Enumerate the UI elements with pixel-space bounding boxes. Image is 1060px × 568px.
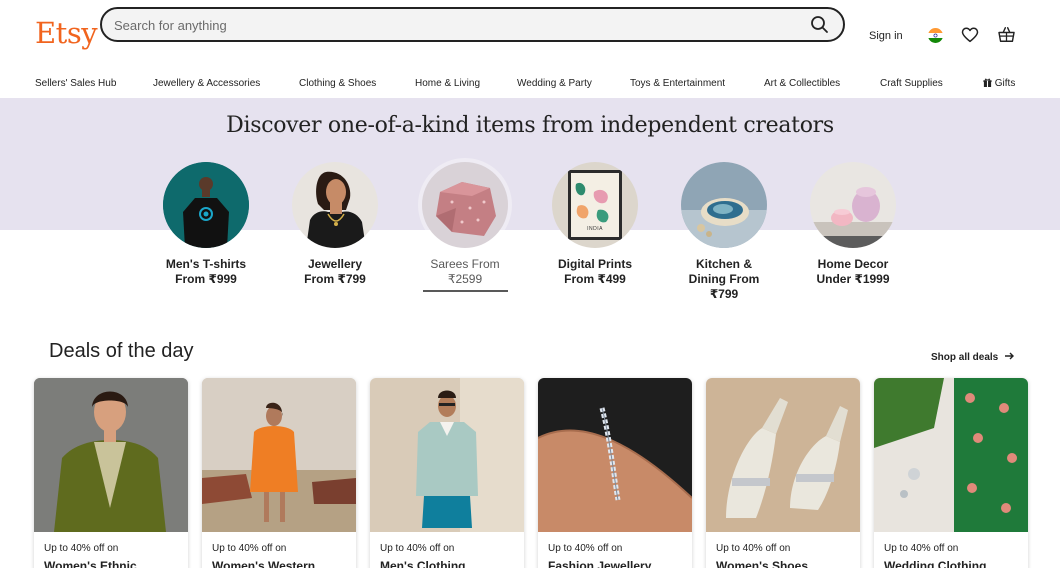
etsy-logo[interactable]: Etsy — [35, 16, 98, 50]
search-icon[interactable] — [809, 15, 831, 35]
deals-of-the-day-heading: Deals of the day — [49, 340, 194, 362]
womens-western-image — [202, 378, 356, 532]
category-label-line1: Sarees From — [430, 257, 500, 271]
category-digital-prints[interactable]: INDIA Digital Prints From ₹499 — [540, 162, 650, 287]
category-label-line1: Home Decor — [817, 257, 889, 271]
nav-item-gifts[interactable]: Gifts — [983, 78, 1015, 89]
deal-offer-text: Up to 40% off on — [884, 543, 959, 554]
active-category-underline — [423, 290, 508, 292]
site-header: Etsy Sign in — [0, 0, 1060, 70]
deal-card-womens-ethnic[interactable]: Up to 40% off on Women's Ethnic — [34, 378, 188, 568]
deal-card-wedding-clothing[interactable]: Up to 40% off on Wedding Clothing — [874, 378, 1028, 568]
nav-item-home-living[interactable]: Home & Living — [415, 78, 480, 89]
mens-clothing-image — [370, 378, 524, 532]
nav-item-toys-entertainment[interactable]: Toys & Entertainment — [630, 78, 725, 89]
search-bar[interactable] — [100, 7, 845, 42]
nav-item-gifts-label: Gifts — [994, 78, 1016, 89]
category-label-line2: Dining From — [688, 272, 760, 286]
category-label-line3: ₹799 — [709, 287, 739, 301]
category-label-line1: Jewellery — [307, 257, 363, 271]
category-jewellery[interactable]: Jewellery From ₹799 — [280, 162, 390, 287]
deal-title: Women's Ethnic — [44, 559, 137, 568]
category-label-line2: From ₹999 — [175, 272, 237, 286]
search-input[interactable] — [114, 15, 774, 35]
kitchen-dining-image — [681, 162, 767, 248]
deal-title: Women's Shoes — [716, 559, 808, 568]
fashion-jewellery-image — [538, 378, 692, 532]
deal-card-mens-clothing[interactable]: Up to 40% off on Men's Clothing — [370, 378, 524, 568]
category-label-line2: ₹2599 — [447, 272, 483, 286]
nav-item-craft-supplies[interactable]: Craft Supplies — [880, 78, 943, 89]
home-decor-image — [810, 162, 896, 248]
category-sarees[interactable]: Sarees From ₹2599 — [410, 162, 520, 287]
deal-offer-text: Up to 40% off on — [380, 543, 455, 554]
nav-item-wedding-party[interactable]: Wedding & Party — [517, 78, 592, 89]
heart-icon[interactable] — [961, 26, 979, 44]
womens-shoes-image — [706, 378, 860, 532]
category-label-line1: Kitchen & — [695, 257, 752, 271]
category-label-line1: Men's T-shirts — [165, 257, 247, 271]
category-nav: Sellers' Sales Hub Jewellery & Accessori… — [0, 74, 1060, 94]
deal-card-womens-western[interactable]: Up to 40% off on Women's Western — [202, 378, 356, 568]
gift-icon — [983, 78, 992, 87]
category-label-line1: Digital Prints — [557, 257, 632, 271]
nav-item-jewellery-accessories[interactable]: Jewellery & Accessories — [153, 78, 260, 89]
poster-text: INDIA — [587, 226, 603, 232]
deal-offer-text: Up to 40% off on — [212, 543, 287, 554]
deal-offer-text: Up to 40% off on — [716, 543, 791, 554]
arrow-right-icon — [1005, 352, 1015, 360]
deal-title: Wedding Clothing — [884, 559, 987, 568]
mens-tshirt-image — [163, 162, 249, 248]
category-label-line2: From ₹499 — [564, 272, 626, 286]
deal-card-fashion-jewellery[interactable]: Up to 40% off on Fashion Jewellery — [538, 378, 692, 568]
nav-item-art-collectibles[interactable]: Art & Collectibles — [764, 78, 840, 89]
india-flag-icon[interactable] — [928, 28, 943, 43]
saree-image — [422, 162, 508, 248]
basket-icon[interactable] — [997, 25, 1016, 44]
category-label-line2: Under ₹1999 — [816, 272, 890, 286]
category-mens-tshirts[interactable]: Men's T-shirts From ₹999 — [151, 162, 261, 287]
wedding-clothing-image — [874, 378, 1028, 532]
category-kitchen-dining[interactable]: Kitchen & Dining From ₹799 — [669, 162, 779, 302]
deal-title: Women's Western — [212, 559, 316, 568]
deal-card-womens-shoes[interactable]: Up to 40% off on Women's Shoes — [706, 378, 860, 568]
deal-offer-text: Up to 40% off on — [44, 543, 119, 554]
womens-ethnic-image — [34, 378, 188, 532]
category-home-decor[interactable]: Home Decor Under ₹1999 — [798, 162, 908, 287]
digital-print-image: INDIA — [552, 162, 638, 248]
nav-item-sellers-sales-hub[interactable]: Sellers' Sales Hub — [35, 78, 116, 89]
hero-title: Discover one-of-a-kind items from indepe… — [226, 113, 834, 138]
jewellery-image — [292, 162, 378, 248]
deal-offer-text: Up to 40% off on — [548, 543, 623, 554]
nav-item-clothing-shoes[interactable]: Clothing & Shoes — [299, 78, 376, 89]
shop-all-deals-link[interactable]: Shop all deals — [931, 352, 1015, 363]
deal-title: Fashion Jewellery — [548, 559, 652, 568]
category-label-line2: From ₹799 — [304, 272, 366, 286]
shop-all-deals-label: Shop all deals — [931, 352, 999, 363]
sign-in-link[interactable]: Sign in — [869, 30, 903, 42]
deal-title: Men's Clothing — [380, 559, 466, 568]
